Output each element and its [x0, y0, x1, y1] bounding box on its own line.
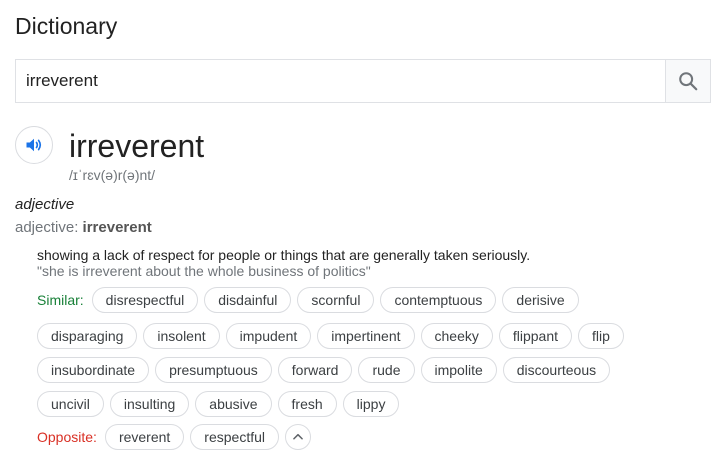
collapse-synonyms-button[interactable] — [285, 424, 311, 450]
page-title: Dictionary — [15, 13, 118, 39]
part-of-speech: adjective — [15, 196, 75, 213]
search-input[interactable] — [16, 60, 667, 102]
search-button[interactable] — [665, 60, 710, 102]
synonym-chip[interactable]: flip — [578, 323, 624, 349]
synonym-chip[interactable]: forward — [277, 357, 353, 383]
opposite-row: Opposite: reverent respectful — [37, 424, 311, 450]
phonetic-spelling: /ɪˈrɛv(ə)r(ə)nt/ — [69, 167, 156, 183]
synonym-chip[interactable]: abusive — [195, 391, 272, 417]
pronounce-button[interactable] — [15, 126, 53, 164]
search-box — [15, 59, 711, 103]
headword: irreverent — [69, 128, 205, 164]
similar-label: Similar: — [37, 292, 84, 308]
synonym-chip[interactable]: rude — [358, 357, 415, 383]
synonym-chip[interactable]: presumptuous — [155, 357, 272, 383]
synonym-chip[interactable]: uncivil — [37, 391, 104, 417]
pos-label: adjective: — [15, 219, 79, 236]
antonym-chip[interactable]: respectful — [190, 424, 279, 450]
synonym-chip[interactable]: contemptuous — [380, 287, 497, 313]
synonym-chip[interactable]: discourteous — [502, 357, 611, 383]
synonym-chip[interactable]: disparaging — [37, 323, 138, 349]
synonym-chip[interactable]: flippant — [498, 323, 573, 349]
synonym-chip[interactable]: disdainful — [204, 287, 292, 313]
synonym-chip[interactable]: insolent — [143, 323, 220, 349]
synonym-chip[interactable]: lippy — [342, 391, 400, 417]
synonym-chip[interactable]: impolite — [420, 357, 497, 383]
synonym-chip[interactable]: cheeky — [420, 323, 493, 349]
similar-row-4: uncivil insulting abusive fresh lippy — [37, 391, 405, 417]
synonym-chip[interactable]: fresh — [277, 391, 337, 417]
chevron-up-icon — [293, 433, 303, 440]
pos-line: adjective: irreverent — [15, 218, 152, 238]
similar-row-2: disparaging insolent impudent impertinen… — [37, 323, 630, 349]
pos-word: irreverent — [82, 219, 152, 236]
synonym-chip[interactable]: impertinent — [317, 323, 415, 349]
search-icon — [679, 72, 698, 91]
synonym-chip[interactable]: impudent — [225, 323, 312, 349]
antonym-chip[interactable]: reverent — [104, 424, 185, 450]
similar-row-3: insubordinate presumptuous forward rude … — [37, 357, 616, 383]
opposite-label: Opposite: — [37, 429, 97, 445]
synonym-chip[interactable]: scornful — [297, 287, 375, 313]
example-sentence: "she is irreverent about the whole busin… — [37, 263, 371, 279]
definition-text: showing a lack of respect for people or … — [37, 247, 531, 263]
dictionary-page: Dictionary irreverent /ɪˈrɛv(ə)r(ə)nt/ a… — [0, 0, 720, 458]
synonym-chip[interactable]: insubordinate — [37, 357, 150, 383]
synonym-chip[interactable]: insulting — [109, 391, 190, 417]
synonym-chip[interactable]: disrespectful — [91, 287, 199, 313]
similar-row-1: Similar: disrespectful disdainful scornf… — [37, 287, 585, 313]
synonym-chip[interactable]: derisive — [502, 287, 579, 313]
speaker-icon — [26, 138, 42, 152]
